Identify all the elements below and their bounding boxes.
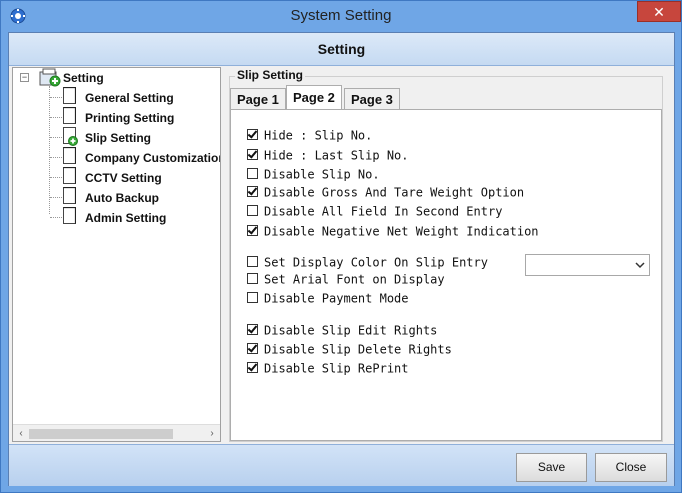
checkbox[interactable]: [247, 225, 258, 236]
tree-item-general-setting[interactable]: General Setting: [85, 91, 174, 105]
checkbox[interactable]: [247, 129, 258, 140]
option-hide-last-slip-no[interactable]: Hide : Last Slip No.: [247, 148, 409, 164]
folder-add-icon: [39, 68, 61, 87]
checkbox[interactable]: [247, 186, 258, 197]
option-disable-all-field-second-entry[interactable]: Disable All Field In Second Entry: [247, 204, 502, 220]
checkbox[interactable]: [247, 205, 258, 216]
option-disable-gross-tare[interactable]: Disable Gross And Tare Weight Option: [247, 185, 524, 201]
title-bar[interactable]: System Setting ✕: [1, 1, 681, 31]
option-disable-slip-delete[interactable]: Disable Slip Delete Rights: [247, 342, 452, 358]
document-icon: [63, 87, 76, 104]
checkbox[interactable]: [247, 168, 258, 179]
tab-page-1[interactable]: Page 1: [230, 88, 286, 109]
tab-panel-page-2: Hide : Slip No. Hide : Last Slip No. Dis…: [230, 109, 662, 441]
checkbox[interactable]: [247, 362, 258, 373]
option-hide-slip-no[interactable]: Hide : Slip No.: [247, 128, 372, 144]
chevron-down-icon: [635, 262, 645, 269]
checkbox[interactable]: [247, 149, 258, 160]
document-icon: [63, 167, 76, 184]
page-title: Setting: [9, 33, 674, 66]
document-icon: [63, 207, 76, 224]
window-close-button[interactable]: ✕: [637, 1, 681, 22]
checkbox[interactable]: [247, 343, 258, 354]
option-set-display-color[interactable]: Set Display Color On Slip Entry: [247, 255, 488, 271]
system-setting-window: System Setting ✕ Setting − Setting Gener…: [0, 0, 682, 493]
document-icon: [63, 147, 76, 164]
tree-item-printing-setting[interactable]: Printing Setting: [85, 111, 174, 125]
display-color-select[interactable]: [525, 254, 650, 276]
checkbox[interactable]: [247, 273, 258, 284]
checkbox[interactable]: [247, 256, 258, 267]
window-title: System Setting: [290, 7, 392, 24]
document-add-icon: [63, 127, 78, 146]
option-disable-slip-edit[interactable]: Disable Slip Edit Rights: [247, 323, 437, 339]
tab-page-3[interactable]: Page 3: [344, 88, 400, 109]
close-button[interactable]: Close: [595, 453, 667, 482]
option-disable-slip-reprint[interactable]: Disable Slip RePrint: [247, 361, 409, 377]
tab-page-2[interactable]: Page 2: [286, 85, 342, 109]
document-icon: [63, 107, 76, 124]
option-disable-slip-no[interactable]: Disable Slip No.: [247, 167, 380, 183]
tree-item-auto-backup[interactable]: Auto Backup: [85, 191, 159, 205]
option-disable-negative-net-weight[interactable]: Disable Negative Net Weight Indication: [247, 224, 539, 240]
document-icon: [63, 187, 76, 204]
option-disable-payment-mode[interactable]: Disable Payment Mode: [247, 291, 409, 307]
checkbox[interactable]: [247, 324, 258, 335]
tree-collapse-toggle[interactable]: −: [20, 73, 29, 82]
tree-item-company-customization[interactable]: Company Customization: [85, 151, 220, 165]
group-title: Slip Setting: [235, 68, 305, 82]
scroll-right-arrow-icon[interactable]: ›: [206, 427, 218, 440]
dialog-footer: Save Close: [9, 444, 674, 486]
settings-tree[interactable]: − Setting General Setting Printing Setti…: [12, 67, 221, 442]
tree-item-cctv-setting[interactable]: CCTV Setting: [85, 171, 162, 185]
scroll-left-arrow-icon[interactable]: ‹: [15, 427, 27, 440]
tree-root-setting[interactable]: Setting: [63, 71, 104, 85]
option-set-arial-font[interactable]: Set Arial Font on Display: [247, 272, 445, 288]
settings-panel: Setting − Setting General Setting Printi…: [8, 32, 675, 486]
save-button[interactable]: Save: [516, 453, 587, 482]
tree-item-slip-setting[interactable]: Slip Setting: [85, 131, 151, 145]
checkbox[interactable]: [247, 292, 258, 303]
tree-horizontal-scrollbar[interactable]: ‹ ›: [13, 424, 220, 441]
tree-item-admin-setting[interactable]: Admin Setting: [85, 211, 166, 225]
scroll-thumb[interactable]: [29, 429, 173, 439]
